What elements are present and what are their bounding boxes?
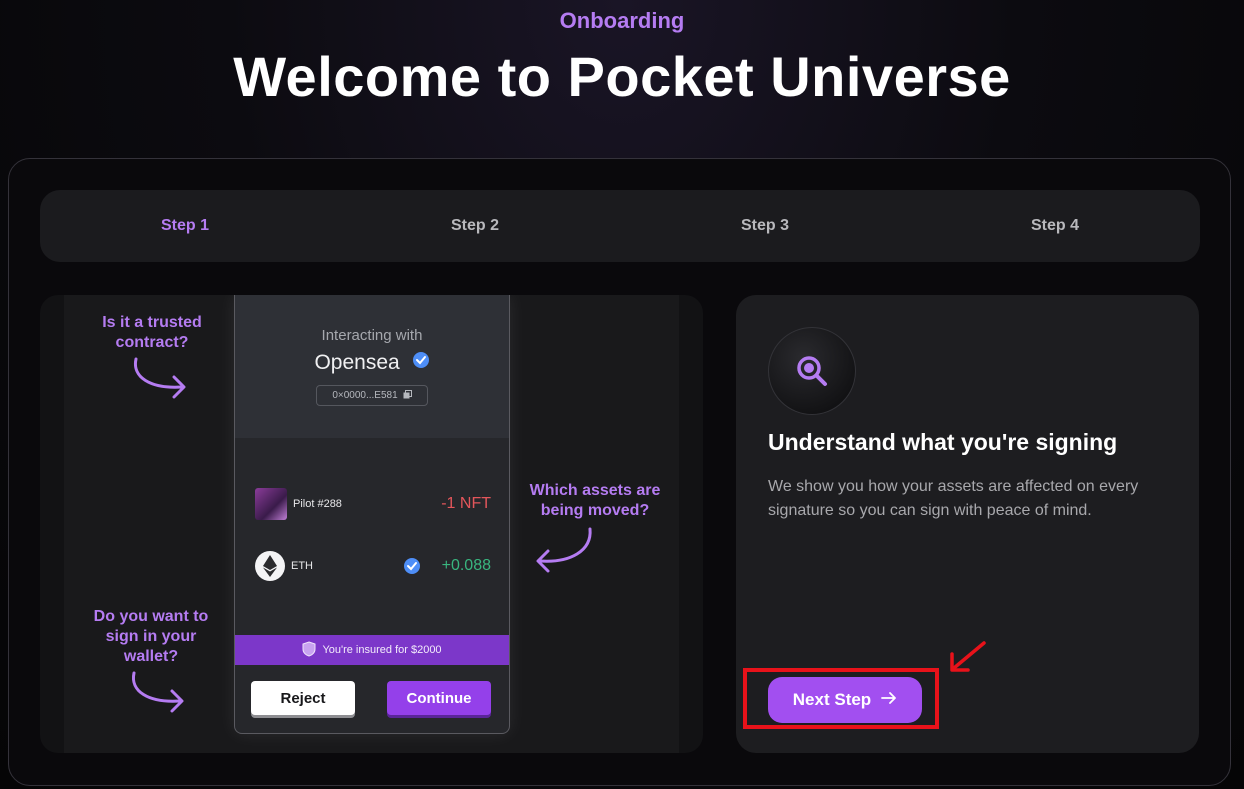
asset-name: Pilot #288	[293, 498, 342, 510]
contract-address[interactable]: 0×0000...E581	[316, 385, 428, 406]
annotation-assets-moved: Which assets are being moved?	[520, 481, 670, 575]
tab-step-3[interactable]: Step 3	[620, 190, 910, 262]
eth-icon	[255, 551, 285, 581]
verified-badge-icon	[403, 557, 421, 580]
wallet-popup-header: Interacting with Opensea 0×0000...E581	[235, 295, 509, 438]
onboarding-eyebrow: Onboarding	[559, 8, 685, 33]
annotation-sign-text: Do you want to sign in your wallet?	[93, 608, 209, 665]
annotation-assets-text: Which assets are being moved?	[529, 482, 661, 519]
page-title: Welcome to Pocket Universe	[233, 45, 1011, 108]
tab-step-2[interactable]: Step 2	[330, 190, 620, 262]
tab-step-1[interactable]: Step 1	[40, 190, 330, 262]
onboarding-card: Step 1 Step 2 Step 3 Step 4 Is it a trus…	[8, 158, 1231, 786]
annotation-trusted-text: Is it a trusted contract?	[102, 314, 202, 351]
magnifier-icon-container	[768, 327, 856, 415]
destination-name: Opensea	[235, 351, 509, 375]
next-step-highlight-box	[743, 668, 939, 729]
annotation-trusted-contract: Is it a trusted contract?	[90, 313, 214, 401]
red-pointer-arrow-icon	[950, 641, 986, 672]
asset-amount: +0.088	[441, 557, 491, 574]
asset-amount: -1 NFT	[441, 495, 491, 512]
step-title: Understand what you're signing	[768, 429, 1118, 455]
asset-row-nft: Pilot #288 -1 NFT	[255, 487, 491, 521]
interacting-label: Interacting with	[321, 327, 423, 344]
continue-button[interactable]: Continue	[387, 681, 491, 715]
asset-name: ETH	[291, 560, 313, 572]
curved-arrow-icon	[131, 671, 184, 713]
copy-icon[interactable]	[403, 389, 412, 402]
insurance-banner: You're insured for $2000	[235, 635, 509, 665]
address-text: 0×0000...E581	[332, 390, 398, 401]
tab-step-4[interactable]: Step 4	[910, 190, 1200, 262]
wallet-popup: Interacting with Opensea 0×0000...E581 P…	[234, 295, 510, 734]
verified-badge-icon	[412, 351, 430, 375]
asset-row-eth: ETH +0.088	[255, 549, 491, 583]
destination-label: Opensea	[314, 351, 400, 374]
reject-button[interactable]: Reject	[251, 681, 355, 715]
wallet-illustration: Is it a trusted contract? Which assets a…	[40, 295, 703, 753]
step-description: We show you how your assets are affected…	[768, 478, 1139, 519]
curved-arrow-icon	[536, 527, 592, 573]
shield-icon	[302, 640, 316, 660]
magnifier-icon	[797, 356, 827, 386]
annotation-sign-wallet: Do you want to sign in your wallet?	[84, 607, 218, 715]
curved-arrow-icon	[133, 357, 186, 399]
step-tabs: Step 1 Step 2 Step 3 Step 4	[40, 190, 1200, 262]
nft-thumbnail-icon	[255, 488, 287, 520]
insured-text: You're insured for $2000	[322, 644, 442, 656]
